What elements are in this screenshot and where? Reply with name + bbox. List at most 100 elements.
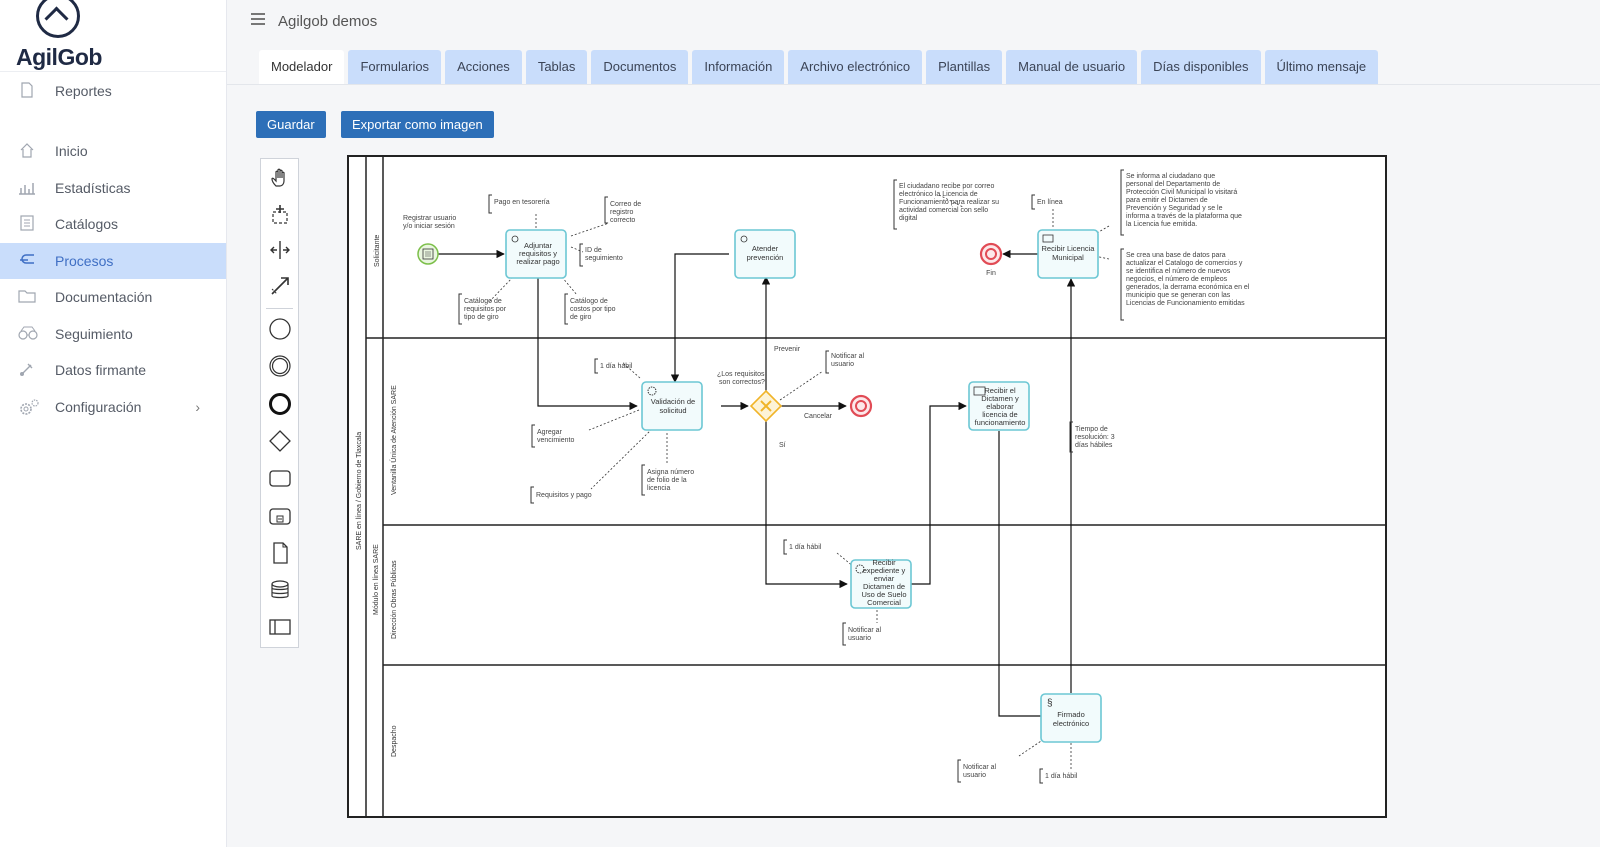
svg-text:Correo de: Correo de <box>610 201 641 208</box>
start-event-label-line1: Registrar usuario <box>403 215 456 222</box>
data-store-tool-icon[interactable] <box>266 576 293 603</box>
svg-text:Comercial: Comercial <box>867 598 901 607</box>
tab-archivo-electronico[interactable]: Archivo electrónico <box>788 50 923 84</box>
svg-text:generados, la derrama económic: generados, la derrama económica en el <box>1126 284 1250 291</box>
flow-label-si: Sí <box>779 442 786 449</box>
chevron-right-icon: › <box>195 399 200 415</box>
svg-text:solicitud: solicitud <box>659 406 686 415</box>
sidebar-item-datos-firmante[interactable]: Datos firmante <box>0 352 226 388</box>
sidebar-item-seguimiento[interactable]: Seguimiento <box>0 316 226 352</box>
svg-text:funcionamiento: funcionamiento <box>975 418 1026 427</box>
data-object-tool-icon[interactable] <box>266 539 293 566</box>
svg-text:Notificar al: Notificar al <box>963 764 997 771</box>
lasso-tool-icon[interactable] <box>266 200 293 227</box>
svg-text:Prevención y Seguridad y se le: Prevención y Seguridad y se le <box>1126 205 1223 212</box>
gear-icon <box>18 398 39 416</box>
svg-text:Requisitos y pago: Requisitos y pago <box>536 492 592 499</box>
svg-text:informa a través de la platafo: informa a través de la plataforma que <box>1126 213 1242 220</box>
task-adjuntar[interactable]: Adjuntar requisitos y realizar pago <box>505 229 567 279</box>
lane-despacho: Despacho <box>391 725 398 757</box>
text-annotations: Pago en tesorería Correo deregistrocorre… <box>458 169 1250 784</box>
tab-acciones[interactable]: Acciones <box>445 50 522 84</box>
task-firmado[interactable]: § Firmado electrónico <box>1040 693 1102 743</box>
svg-text:costos por tipo: costos por tipo <box>570 306 616 313</box>
task-dictamen[interactable]: Recibir el Dictamen y elaborar licencia … <box>968 381 1030 431</box>
svg-text:días hábiles: días hábiles <box>1075 442 1113 449</box>
tab-documentos[interactable]: Documentos <box>591 50 689 84</box>
lane-solicitante: Solicitante <box>374 235 381 267</box>
svg-text:actividad comercial con sello: actividad comercial con sello <box>899 207 988 214</box>
agilgob-logo[interactable]: AgilGob <box>14 0 164 70</box>
sidebar-item-inicio[interactable]: Inicio <box>0 133 226 169</box>
space-tool-icon[interactable] <box>266 236 293 263</box>
svg-text:registro: registro <box>610 209 633 216</box>
tab-formularios[interactable]: Formularios <box>348 50 442 84</box>
sidebar-item-estadisticas[interactable]: Estadísticas <box>0 170 226 206</box>
svg-text:Funcionamiento para realizar s: Funcionamiento para realizar su <box>899 199 999 206</box>
svg-text:Firmado: Firmado <box>1057 710 1085 719</box>
sidebar-item-procesos[interactable]: Procesos <box>0 243 226 279</box>
connect-tool-icon[interactable] <box>266 272 293 299</box>
palette-divider <box>266 308 293 309</box>
bpmn-canvas[interactable]: SARE en línea / Gobierno de Tlaxcala Mód… <box>347 155 1387 818</box>
hamburger-menu-icon[interactable] <box>251 13 265 25</box>
svg-text:para emitir el Dictamen de: para emitir el Dictamen de <box>1126 197 1208 204</box>
exclusive-gateway[interactable] <box>749 389 783 423</box>
tab-modelador[interactable]: Modelador <box>259 50 345 84</box>
tab-bar: Modelador Formularios Acciones Tablas Do… <box>259 50 1379 84</box>
end-event-cancel[interactable] <box>849 394 873 418</box>
task-atender[interactable]: Atender prevención <box>734 229 796 279</box>
pool-outer-label: SARE en línea / Gobierno de Tlaxcala <box>356 432 363 550</box>
svg-text:negocios, el número de empleos: negocios, el número de empleos <box>1126 276 1228 283</box>
brand-name: AgilGob <box>16 44 102 70</box>
document-icon <box>18 82 36 100</box>
chart-icon <box>18 179 36 197</box>
tab-dias-disponibles[interactable]: Días disponibles <box>1141 50 1261 84</box>
task-expediente[interactable]: Recibir expediente y enviar Dictamen de … <box>850 558 912 609</box>
hand-tool-icon[interactable] <box>266 164 293 191</box>
flow-label-cancelar: Cancelar <box>804 413 833 420</box>
end-event-fin[interactable] <box>979 242 1003 266</box>
svg-text:usuario: usuario <box>848 635 871 642</box>
svg-text:En línea: En línea <box>1037 199 1063 206</box>
start-event-tool-icon[interactable] <box>266 315 293 342</box>
sidebar: AgilGob Reportes Inicio Estadísticas Cat… <box>0 0 227 847</box>
tab-tablas[interactable]: Tablas <box>525 50 588 84</box>
svg-text:resolución: 3: resolución: 3 <box>1075 434 1115 441</box>
save-button[interactable]: Guardar <box>256 111 326 138</box>
start-event[interactable] <box>417 243 439 265</box>
svg-text:electrónico la Licencia de: electrónico la Licencia de <box>899 191 978 198</box>
end-event-tool-icon[interactable] <box>266 390 293 417</box>
tab-manual-de-usuario[interactable]: Manual de usuario <box>1006 50 1138 84</box>
svg-text:actualizar el Catalogo de come: actualizar el Catalogo de comercios y <box>1126 260 1243 267</box>
lane-obras-publicas: Dirección Obras Públicas <box>391 560 398 639</box>
tab-plantillas[interactable]: Plantillas <box>926 50 1003 84</box>
sidebar-item-catalogos[interactable]: Catálogos <box>0 206 226 242</box>
sidebar-item-documentacion[interactable]: Documentación <box>0 279 226 315</box>
svg-text:Licencias de Funcionamiento em: Licencias de Funcionamiento emitidas <box>1126 300 1245 307</box>
gateway-label-line1: ¿Los requisitos <box>717 371 765 378</box>
sidebar-item-label: Configuración <box>55 399 142 415</box>
subprocess-tool-icon[interactable] <box>266 502 293 529</box>
sidebar-item-label: Catálogos <box>55 216 119 232</box>
svg-text:prevención: prevención <box>747 253 784 262</box>
sidebar-item-reportes[interactable]: Reportes <box>0 73 226 109</box>
export-image-button[interactable]: Exportar como imagen <box>341 111 494 138</box>
sidebar-item-configuracion[interactable]: Configuración › <box>0 389 226 425</box>
gateway-tool-icon[interactable] <box>266 427 293 454</box>
pool-tool-icon[interactable] <box>266 613 293 640</box>
intermediate-event-tool-icon[interactable] <box>266 352 293 379</box>
task-validacion[interactable]: Validación de solicitud <box>641 381 703 431</box>
svg-text:1 día hábil: 1 día hábil <box>600 363 633 370</box>
tab-informacion[interactable]: Información <box>692 50 785 84</box>
tracking-icon <box>18 325 38 343</box>
task-recibir-licencia[interactable]: Recibir Licencia Municipal <box>1037 229 1099 279</box>
logo-divider <box>0 71 226 72</box>
svg-text:Pago en tesorería: Pago en tesorería <box>494 199 550 206</box>
svg-text:Se crea una base de datos para: Se crea una base de datos para <box>1126 252 1226 259</box>
svg-text:Notificar al: Notificar al <box>831 353 865 360</box>
svg-text:Catálogo de: Catálogo de <box>570 298 608 305</box>
task-tool-icon[interactable] <box>266 464 293 491</box>
svg-text:Tiempo de: Tiempo de <box>1075 426 1108 433</box>
tab-ultimo-mensaje[interactable]: Último mensaje <box>1264 50 1379 84</box>
